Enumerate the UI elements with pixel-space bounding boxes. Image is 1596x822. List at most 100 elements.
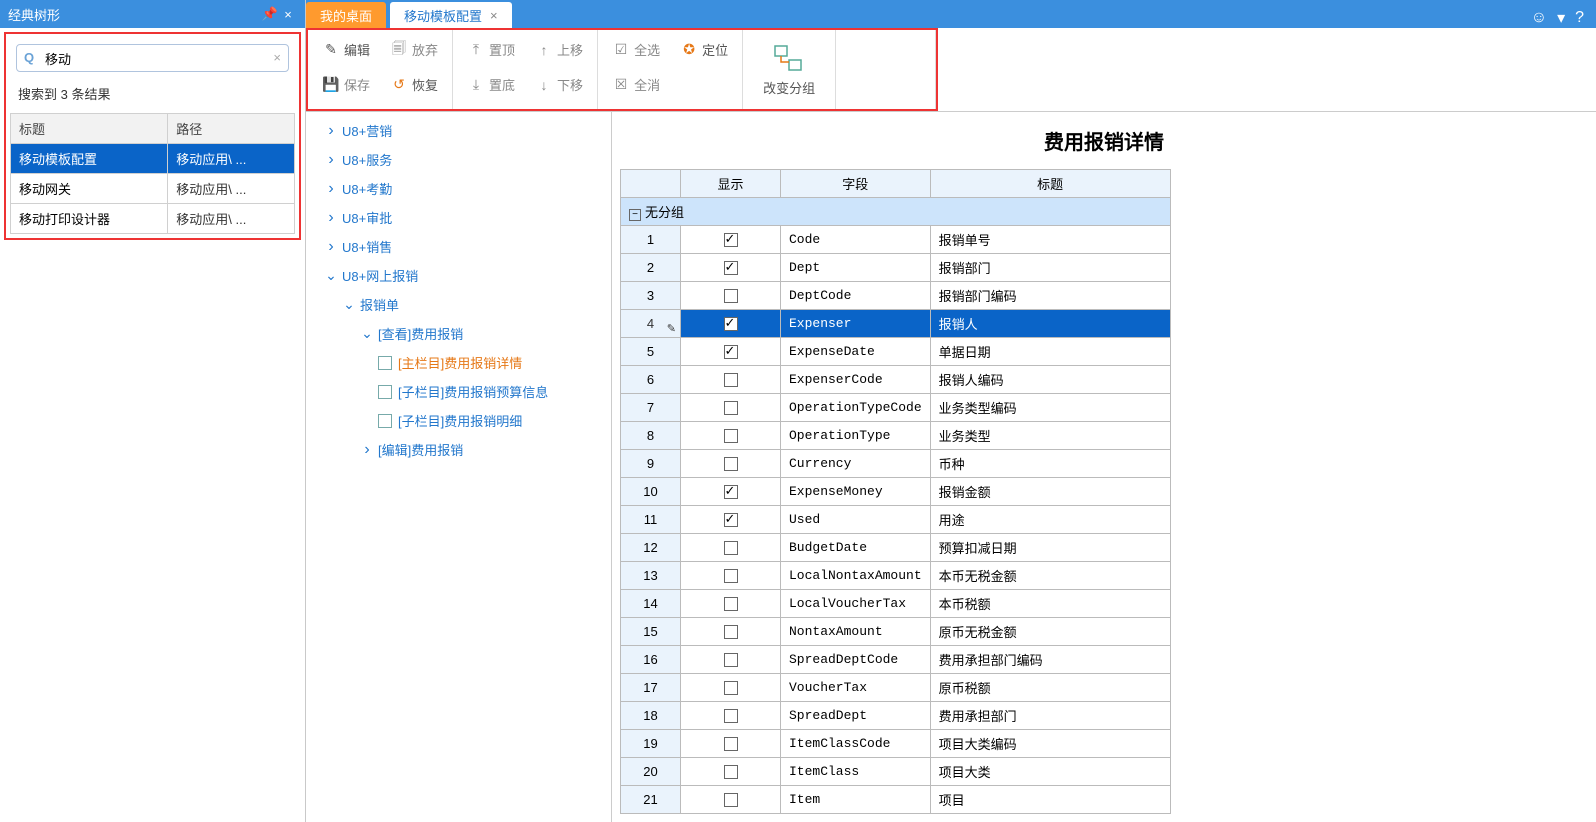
field-cell[interactable]: Item bbox=[781, 786, 931, 814]
show-cell[interactable] bbox=[681, 758, 781, 786]
tab-desktop[interactable]: 我的桌面 bbox=[306, 2, 386, 28]
show-cell[interactable] bbox=[681, 562, 781, 590]
tree-node-marketing[interactable]: U8+营销 bbox=[306, 116, 611, 145]
changegroup-button[interactable]: 改变分组 bbox=[749, 34, 829, 105]
field-cell[interactable]: SpreadDeptCode bbox=[781, 646, 931, 674]
field-cell[interactable]: Code bbox=[781, 226, 931, 254]
tree-node-sales[interactable]: U8+销售 bbox=[306, 232, 611, 261]
save-button[interactable]: 💾保存 bbox=[314, 69, 378, 100]
dropdown-icon[interactable]: ▾ bbox=[1557, 8, 1565, 28]
title-cell[interactable]: 币种 bbox=[930, 450, 1170, 478]
title-cell[interactable]: 费用承担部门编码 bbox=[930, 646, 1170, 674]
show-cell[interactable] bbox=[681, 310, 781, 338]
tree-leaf-main-detail[interactable]: [主栏目]费用报销详情 bbox=[306, 348, 611, 377]
show-checkbox[interactable] bbox=[724, 289, 738, 303]
show-checkbox[interactable] bbox=[724, 233, 738, 247]
grid-row[interactable]: 9Currency币种 bbox=[621, 450, 1171, 478]
show-cell[interactable] bbox=[681, 226, 781, 254]
show-cell[interactable] bbox=[681, 450, 781, 478]
show-cell[interactable] bbox=[681, 590, 781, 618]
title-cell[interactable]: 项目 bbox=[930, 786, 1170, 814]
show-checkbox[interactable] bbox=[724, 317, 738, 331]
title-cell[interactable]: 报销人 bbox=[930, 310, 1170, 338]
grid-row[interactable]: 16SpreadDeptCode费用承担部门编码 bbox=[621, 646, 1171, 674]
show-cell[interactable] bbox=[681, 534, 781, 562]
grid-row[interactable]: 4✎Expenser报销人 bbox=[621, 310, 1171, 338]
show-checkbox[interactable] bbox=[724, 457, 738, 471]
title-cell[interactable]: 费用承担部门 bbox=[930, 702, 1170, 730]
tree-node-view-expense[interactable]: [查看]费用报销 bbox=[306, 319, 611, 348]
grid-row[interactable]: 12BudgetDate预算扣减日期 bbox=[621, 534, 1171, 562]
show-cell[interactable] bbox=[681, 730, 781, 758]
title-cell[interactable]: 业务类型 bbox=[930, 422, 1170, 450]
grid-row[interactable]: 11Used用途 bbox=[621, 506, 1171, 534]
deselect-button[interactable]: ☒全消 bbox=[604, 69, 668, 100]
show-cell[interactable] bbox=[681, 618, 781, 646]
title-cell[interactable]: 项目大类编码 bbox=[930, 730, 1170, 758]
show-checkbox[interactable] bbox=[724, 597, 738, 611]
show-checkbox[interactable] bbox=[724, 261, 738, 275]
show-checkbox[interactable] bbox=[724, 569, 738, 583]
group-row[interactable]: −无分组 bbox=[621, 198, 1171, 226]
show-cell[interactable] bbox=[681, 422, 781, 450]
grid-row[interactable]: 14LocalVoucherTax本币税额 bbox=[621, 590, 1171, 618]
tab-mobile-template[interactable]: 移动模板配置 × bbox=[390, 2, 512, 28]
field-cell[interactable]: ItemClassCode bbox=[781, 730, 931, 758]
title-cell[interactable]: 用途 bbox=[930, 506, 1170, 534]
field-cell[interactable]: ExpenseMoney bbox=[781, 478, 931, 506]
title-cell[interactable]: 本币税额 bbox=[930, 590, 1170, 618]
field-cell[interactable]: Expenser bbox=[781, 310, 931, 338]
search-result-row[interactable]: 移动打印设计器移动应用\ ... bbox=[11, 204, 295, 234]
restore-button[interactable]: ↺恢复 bbox=[382, 69, 446, 100]
field-cell[interactable]: LocalNontaxAmount bbox=[781, 562, 931, 590]
show-cell[interactable] bbox=[681, 254, 781, 282]
show-cell[interactable] bbox=[681, 506, 781, 534]
tree-node-edit-expense[interactable]: [编辑]费用报销 bbox=[306, 435, 611, 464]
grid-row[interactable]: 18SpreadDept费用承担部门 bbox=[621, 702, 1171, 730]
tree-node-expense-bill[interactable]: 报销单 bbox=[306, 290, 611, 319]
show-cell[interactable] bbox=[681, 674, 781, 702]
field-cell[interactable]: BudgetDate bbox=[781, 534, 931, 562]
top-button[interactable]: ⤒置顶 bbox=[459, 34, 523, 65]
grid-row[interactable]: 7OperationTypeCode业务类型编码 bbox=[621, 394, 1171, 422]
locate-button[interactable]: ✪定位 bbox=[672, 34, 736, 65]
grid-row[interactable]: 10ExpenseMoney报销金额 bbox=[621, 478, 1171, 506]
show-checkbox[interactable] bbox=[724, 653, 738, 667]
field-cell[interactable]: ItemClass bbox=[781, 758, 931, 786]
discard-button[interactable]: 🗐放弃 bbox=[382, 34, 446, 65]
pin-icon[interactable]: 📌 bbox=[261, 6, 279, 22]
edit-button[interactable]: ✎编辑 bbox=[314, 34, 378, 65]
selectall-button[interactable]: ☑全选 bbox=[604, 34, 668, 65]
field-cell[interactable]: OperationType bbox=[781, 422, 931, 450]
show-checkbox[interactable] bbox=[724, 345, 738, 359]
title-cell[interactable]: 预算扣减日期 bbox=[930, 534, 1170, 562]
field-cell[interactable]: VoucherTax bbox=[781, 674, 931, 702]
field-header[interactable]: 字段 bbox=[781, 170, 931, 198]
group-collapse-icon[interactable]: − bbox=[629, 209, 641, 221]
tree-leaf-expense-detail[interactable]: [子栏目]费用报销明细 bbox=[306, 406, 611, 435]
title-cell[interactable]: 报销人编码 bbox=[930, 366, 1170, 394]
show-cell[interactable] bbox=[681, 646, 781, 674]
grid-row[interactable]: 17VoucherTax原币税额 bbox=[621, 674, 1171, 702]
show-cell[interactable] bbox=[681, 702, 781, 730]
grid-row[interactable]: 21Item项目 bbox=[621, 786, 1171, 814]
field-cell[interactable]: Currency bbox=[781, 450, 931, 478]
field-cell[interactable]: ExpenserCode bbox=[781, 366, 931, 394]
show-checkbox[interactable] bbox=[724, 681, 738, 695]
grid-row[interactable]: 6ExpenserCode报销人编码 bbox=[621, 366, 1171, 394]
show-cell[interactable] bbox=[681, 394, 781, 422]
search-result-row[interactable]: 移动网关移动应用\ ... bbox=[11, 174, 295, 204]
show-checkbox[interactable] bbox=[724, 765, 738, 779]
field-cell[interactable]: OperationTypeCode bbox=[781, 394, 931, 422]
search-result-row[interactable]: 移动模板配置移动应用\ ... bbox=[11, 144, 295, 174]
title-cell[interactable]: 单据日期 bbox=[930, 338, 1170, 366]
title-cell[interactable]: 报销金额 bbox=[930, 478, 1170, 506]
show-cell[interactable] bbox=[681, 786, 781, 814]
grid-row[interactable]: 5ExpenseDate单据日期 bbox=[621, 338, 1171, 366]
title-cell[interactable]: 本币无税金额 bbox=[930, 562, 1170, 590]
show-checkbox[interactable] bbox=[724, 429, 738, 443]
clear-search-icon[interactable]: × bbox=[273, 50, 281, 65]
tree-node-approval[interactable]: U8+审批 bbox=[306, 203, 611, 232]
title-cell[interactable]: 报销部门 bbox=[930, 254, 1170, 282]
show-checkbox[interactable] bbox=[724, 793, 738, 807]
